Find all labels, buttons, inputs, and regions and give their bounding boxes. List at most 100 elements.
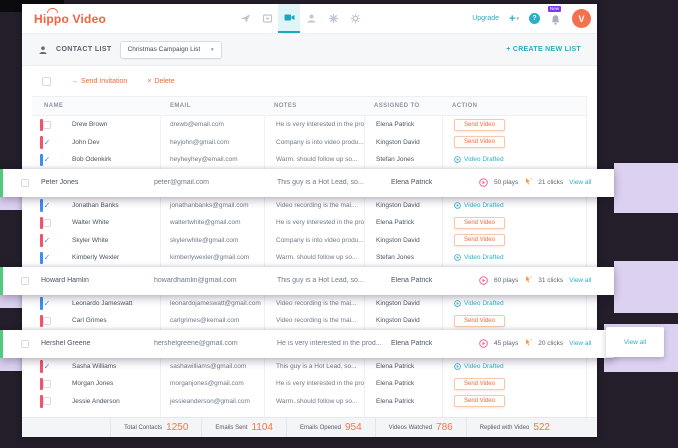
table-row[interactable]: ✓ Morgan Jones morganjones@gmail.com He … (32, 375, 586, 393)
send-invitation-button[interactable]: → Send Invitation (71, 78, 127, 85)
nav-screen-record[interactable] (256, 4, 278, 33)
delete-label: Delete (154, 78, 174, 85)
table-row[interactable]: ✓ Kimberly Wexler kimberlywexler@gmail.c… (32, 249, 586, 267)
nav-settings[interactable] (344, 4, 366, 33)
table-row[interactable]: ✓ Sasha Williams sashawilliams@gmail.com… (32, 358, 586, 376)
contact-email: leonardojameswatt@gmail.com (160, 300, 264, 307)
stat-value: 954 (345, 422, 362, 433)
contact-name: Carl Grimes (62, 317, 160, 324)
contacts-table: NAME EMAIL NOTES ASSIGNED TO ACTION ✓ Dr… (32, 96, 587, 417)
view-all-link[interactable]: View all (624, 339, 646, 346)
send-video-button[interactable]: Send Video (454, 378, 505, 390)
send-video-button[interactable]: Send Video (454, 136, 505, 148)
assigned-to: Elena Patrick (364, 121, 442, 128)
plays-icon (479, 276, 488, 285)
row-checkbox-checked-icon[interactable]: ✓ (44, 138, 51, 147)
people-icon (306, 13, 317, 24)
plays-count: 60 plays (494, 277, 518, 284)
select-all-checkbox[interactable] (42, 77, 51, 86)
table-row[interactable]: ✓ Jonathan Banks jonathanbanks@gmail.com… (32, 197, 586, 215)
table-row[interactable]: ✓ Jessie Anderson jessieanderson@gmail.c… (32, 393, 586, 411)
footer-stat: Emails Sent 1104 (201, 418, 286, 437)
contact-note: He is very interested in the prod... (277, 340, 391, 347)
video-drafted-icon (454, 202, 461, 209)
nav-videos[interactable] (278, 4, 300, 33)
row-checkbox[interactable] (21, 340, 29, 348)
action-cell: Send Video Video Drafted View all (442, 254, 586, 261)
upgrade-link[interactable]: Upgrade (472, 15, 499, 22)
view-all-link[interactable]: View all (569, 179, 591, 186)
status-bar (40, 136, 43, 149)
row-checkbox[interactable] (43, 121, 51, 129)
row-checkbox[interactable] (21, 179, 29, 187)
help-button[interactable]: ? (529, 13, 540, 24)
contact-list-icon (38, 45, 48, 55)
contact-name: Hershel Greene (41, 340, 154, 347)
status-bar (40, 395, 43, 408)
status-bar (40, 378, 43, 391)
contact-list-label: CONTACT LIST (56, 46, 112, 53)
view-all-link[interactable]: View all (569, 277, 591, 284)
row-checkbox-checked-icon[interactable]: ✓ (44, 299, 51, 308)
clicks-count: 31 clicks (538, 277, 563, 284)
video-drafted-icon (454, 254, 461, 261)
table-row[interactable]: ✓ Hershel Greene hershelgreene@gmail.com… (0, 330, 614, 358)
send-video-button[interactable]: Send Video (454, 395, 505, 407)
send-video-button[interactable]: Send Video (454, 119, 505, 131)
paper-plane-icon (240, 13, 251, 24)
contact-note: Video recording is the mai... (264, 202, 364, 209)
stat-value: 1250 (166, 422, 188, 433)
table-row[interactable]: ✓ Bob Odenkirk heyheyhey@email.com Warm.… (32, 151, 586, 169)
assigned-to: Stefan Jones (364, 254, 442, 261)
row-checkbox[interactable] (43, 317, 51, 325)
avatar[interactable]: V (572, 9, 591, 28)
view-all-link[interactable]: View all (569, 340, 591, 347)
table-row[interactable]: ✓ Carl Grimes carlgrimes@kemail.com Vide… (32, 312, 586, 330)
clicks-icon (524, 177, 532, 188)
create-new-list-button[interactable]: + CREATE NEW LIST (506, 46, 581, 53)
add-new-button[interactable]: + ▾ (509, 13, 519, 25)
delete-button[interactable]: × Delete (147, 78, 174, 85)
table-row[interactable]: ✓ Skyler White skylerwhite@gmail.com Com… (32, 232, 586, 250)
row-checkbox-checked-icon[interactable]: ✓ (44, 201, 51, 210)
nav-contacts[interactable] (300, 4, 322, 33)
table-row[interactable]: ✓ Peter Jones peter@gmail.com This guy i… (0, 169, 614, 197)
table-row[interactable]: ✓ John Dev heyjohn@gmail.com Company is … (32, 134, 586, 152)
video-drafted-status: Video Drafted (454, 254, 504, 261)
table-row[interactable]: ✓ Drew Brown drewb@email.com He is very … (32, 116, 586, 134)
row-checkbox-cell: ✓ (32, 155, 62, 164)
nav-integrations[interactable] (322, 4, 344, 33)
stat-label: Emails Opened (300, 425, 341, 431)
action-cell: Send Video Video Drafted View all (442, 395, 586, 407)
stat-label: Videos Watched (389, 425, 432, 431)
plus-icon: + (509, 13, 515, 25)
row-checkbox[interactable] (43, 219, 51, 227)
send-video-button[interactable]: Send Video (454, 234, 505, 246)
row-checkbox-cell: ✓ (32, 253, 62, 262)
row-checkbox-checked-icon[interactable]: ✓ (44, 362, 51, 371)
glow-patch (614, 163, 678, 213)
video-drafted-label: Video Drafted (464, 254, 504, 261)
table-row[interactable]: ✓ Walter White waltertwhite@gmail.com He… (32, 214, 586, 232)
send-video-button[interactable]: Send Video (454, 315, 505, 327)
row-checkbox-checked-icon[interactable]: ✓ (44, 155, 51, 164)
row-checkbox-checked-icon[interactable]: ✓ (44, 236, 51, 245)
assigned-to: Elena Patrick (364, 219, 442, 226)
nav-campaigns[interactable] (234, 4, 256, 33)
table-row[interactable]: ✓ Howard Hamlin howardhamlin@gmail.com T… (0, 267, 614, 295)
video-drafted-label: Video Drafted (464, 202, 504, 209)
table-row[interactable]: ✓ Leonardo Jameswatt leonardojameswatt@g… (32, 295, 586, 313)
row-checkbox[interactable] (43, 380, 51, 388)
stage: Hippo Video (0, 0, 678, 448)
stat-value: 522 (533, 422, 550, 433)
video-drafted-status: Video Drafted (454, 363, 504, 370)
row-checkbox-checked-icon[interactable]: ✓ (44, 253, 51, 262)
assigned-to: Kingston David (364, 317, 442, 324)
logo: Hippo Video (34, 12, 106, 26)
notifications-button[interactable]: New (550, 13, 562, 25)
contact-note: He is very interested in the prod... (264, 121, 364, 128)
row-checkbox[interactable] (21, 277, 29, 285)
row-checkbox[interactable] (43, 397, 51, 405)
list-select-dropdown[interactable]: Christmas Campaign List ▾ (120, 41, 222, 59)
send-video-button[interactable]: Send Video (454, 217, 505, 229)
